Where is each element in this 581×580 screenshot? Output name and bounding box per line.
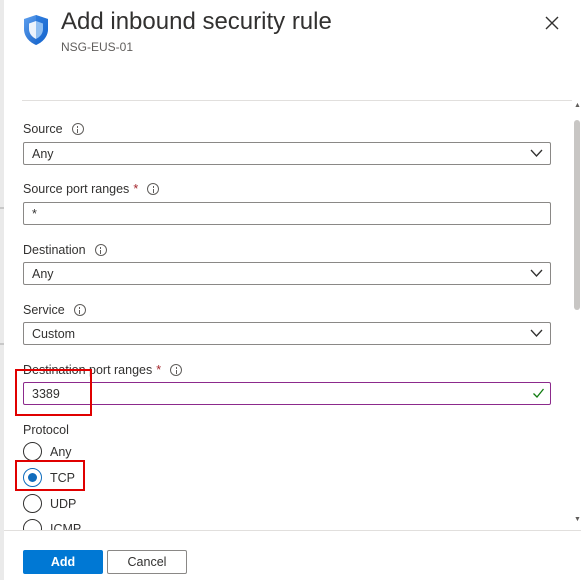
page-title: Add inbound security rule [61, 8, 332, 35]
radio-button[interactable] [23, 442, 42, 461]
source-port-ranges-label-text: Source port ranges [23, 182, 130, 196]
protocol-option-label: ICMP [50, 521, 82, 531]
add-button[interactable]: Add [23, 550, 103, 574]
form-body: Source Any Source port ranges * * Destin… [0, 101, 572, 530]
scroll-up-icon[interactable]: ▲ [574, 102, 581, 109]
chevron-down-icon [530, 269, 543, 277]
protocol-option-label: TCP [50, 470, 75, 485]
source-label: Source [23, 122, 84, 136]
info-icon[interactable] [71, 123, 84, 135]
shield-icon [24, 15, 48, 45]
page-subtitle: NSG-EUS-01 [61, 40, 134, 54]
source-port-ranges-value: * [32, 206, 37, 221]
destination-port-ranges-value: 3389 [32, 386, 60, 401]
protocol-option-udp[interactable]: UDP [23, 494, 76, 513]
protocol-option-any[interactable]: Any [23, 442, 72, 461]
source-port-ranges-input[interactable]: * [23, 202, 551, 225]
panel-header: Add inbound security rule NSG-EUS-01 [0, 0, 581, 100]
destination-port-ranges-label-text: Destination port ranges [23, 363, 153, 377]
cancel-button[interactable]: Cancel [107, 550, 187, 574]
protocol-option-label: UDP [50, 496, 77, 511]
destination-dropdown[interactable]: Any [23, 262, 551, 285]
destination-port-ranges-label: Destination port ranges * [23, 363, 183, 377]
required-marker: * [133, 182, 139, 196]
radio-button-selected[interactable] [23, 468, 42, 487]
service-label-text: Service [23, 303, 65, 317]
footer-divider [4, 530, 581, 531]
service-value: Custom [32, 326, 76, 341]
destination-label-text: Destination [23, 243, 86, 257]
source-value: Any [32, 146, 54, 161]
radio-button[interactable] [23, 494, 42, 513]
chevron-down-icon [530, 149, 543, 157]
source-port-ranges-label: Source port ranges * [23, 182, 160, 196]
destination-port-ranges-input[interactable]: 3389 [23, 382, 551, 405]
service-label: Service [23, 303, 86, 317]
destination-label: Destination [23, 243, 107, 257]
source-label-text: Source [23, 122, 63, 136]
service-dropdown[interactable]: Custom [23, 322, 551, 345]
radio-button[interactable] [23, 519, 42, 530]
checkmark-icon [533, 388, 545, 398]
protocol-label-text: Protocol [23, 423, 69, 437]
scroll-down-icon[interactable]: ▼ [574, 516, 581, 523]
protocol-option-icmp[interactable]: ICMP [23, 519, 81, 530]
chevron-down-icon [530, 329, 543, 337]
info-icon[interactable] [170, 364, 183, 376]
protocol-label: Protocol [23, 423, 69, 437]
required-marker: * [156, 363, 162, 377]
protocol-option-label: Any [50, 444, 72, 459]
info-icon[interactable] [147, 183, 160, 195]
protocol-option-tcp[interactable]: TCP [23, 468, 75, 487]
source-dropdown[interactable]: Any [23, 142, 551, 165]
info-icon[interactable] [73, 304, 86, 316]
info-icon[interactable] [94, 244, 107, 256]
scrollbar-thumb[interactable] [574, 120, 580, 310]
destination-value: Any [32, 266, 54, 281]
close-icon[interactable] [541, 12, 563, 34]
